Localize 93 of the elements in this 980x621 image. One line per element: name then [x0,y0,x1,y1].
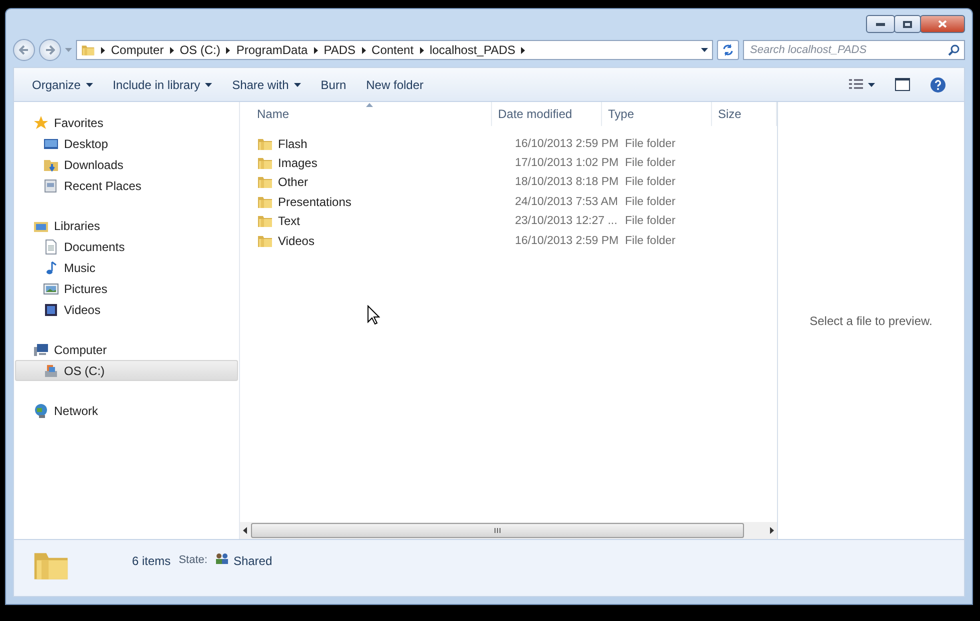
sidebar-item[interactable]: Videos [15,299,238,320]
state-label: State: [178,554,208,566]
table-cell-text: File folder [625,156,676,172]
column-header[interactable]: Date modified [492,102,602,126]
table-cell-text: File folder [625,234,676,249]
table-cell-text: 17/10/2013 1:02 PM [515,156,619,172]
breadcrumb[interactable]: localhost_PADS [430,43,516,57]
sidebar-item[interactable]: Music [15,257,238,278]
folder-icon [257,174,273,190]
chevron-icon [362,46,366,54]
table-cell-text: 24/10/2013 7:53 AM [515,194,618,210]
list-view-icon [849,78,863,90]
toolbar-button[interactable]: Share with [224,74,309,96]
breadcrumb[interactable]: Content [372,43,414,57]
sidebar-item[interactable]: Libraries [15,215,238,236]
sidebar-item[interactable]: Documents [15,236,238,257]
breadcrumb[interactable]: ProgramData [236,43,308,57]
item-count: 6 items [132,554,171,568]
folder-icon [81,43,95,57]
table-cell-text: File folder [625,175,676,190]
search-field[interactable]: Search localhost_PADS [743,40,965,60]
column-header[interactable]: Name [240,102,492,126]
caret-icon [65,48,72,52]
sidebar-item[interactable]: Computer [15,339,238,360]
toolbar-button[interactable]: Burn [312,74,354,96]
table-cell-text: File folder [625,136,676,152]
breadcrumb[interactable]: OS (C:) [180,43,220,57]
file-name[interactable]: Flash [257,136,509,152]
folder-icon [257,213,273,230]
toolbar-button[interactable]: Organize [24,74,101,96]
picture-icon [43,280,59,296]
forward-arrow-icon [45,45,55,55]
minimize-button[interactable] [866,15,895,33]
back-button[interactable] [13,39,35,61]
computer-icon [33,342,49,358]
pane-icon [895,78,910,91]
table-cell-text: 18/10/2013 8:18 PM [515,175,619,190]
table-cell-text: File folder [625,194,676,210]
globe-icon [33,402,49,418]
grip-icon [494,528,501,533]
people-icon [215,552,230,565]
file-name[interactable]: Images [257,155,509,172]
star-icon [33,114,49,130]
sidebar-item[interactable]: OS (C:) [15,360,238,381]
table-cell-text: 16/10/2013 2:59 PM [515,136,619,152]
column-header[interactable]: Size [712,102,777,126]
sidebar-item[interactable]: Network [15,400,238,421]
forward-button[interactable] [39,39,61,61]
chevron-icon [170,46,174,54]
scroll-left-icon [243,527,247,534]
breadcrumb[interactable]: Computer [111,43,164,57]
address-bar[interactable]: Computer OS (C:) ProgramData PADS Content localhost_PADS [76,40,713,60]
file-name[interactable]: Presentations [257,194,509,210]
file-name[interactable]: Text [257,213,509,230]
toolbar-button[interactable]: Include in library [104,74,220,96]
sharing-state: Shared [233,554,272,568]
preview-message: Select a file to preview. [810,314,932,328]
refresh-button[interactable] [717,40,739,60]
sidebar-item[interactable]: Favorites [15,112,238,133]
chevron-icon [420,46,424,54]
scroll-thumb[interactable] [251,523,744,538]
folder-icon [257,155,273,172]
search-icon [948,44,960,56]
chevron-icon [101,46,105,54]
table-cell-text: 23/10/2013 12:27 ... [515,214,618,230]
close-button[interactable] [920,15,965,33]
sidebar-item[interactable]: Desktop [15,133,238,154]
breadcrumb[interactable]: PADS [324,43,356,57]
column-header[interactable]: Type [602,102,712,126]
minimize-icon [876,22,885,26]
table-cell-text: 16/10/2013 2:59 PM [515,234,619,249]
sidebar-item[interactable]: Pictures [15,278,238,299]
chevron-icon [314,46,318,54]
file-name[interactable]: Other [257,174,509,190]
close-icon [938,20,947,28]
toolbar-button[interactable]: New folder [358,74,432,96]
help-icon [930,76,946,92]
chevron-icon [521,46,526,54]
refresh-icon [722,44,734,56]
document-icon [43,238,59,254]
sidebar-item[interactable]: Downloads [15,154,238,175]
caret-icon [868,82,875,86]
back-arrow-icon [19,45,29,55]
sidebar-item[interactable]: Recent Places [15,175,238,196]
chevron-icon [226,46,230,54]
caret-icon [701,48,708,52]
file-name[interactable]: Videos [257,232,509,249]
scroll-right-icon [770,527,774,534]
horizontal-scrollbar[interactable] [240,522,777,539]
mouse-cursor-icon [367,305,380,325]
maximize-icon [903,20,912,28]
maximize-button[interactable] [894,15,921,33]
table-cell-text: File folder [625,214,676,230]
